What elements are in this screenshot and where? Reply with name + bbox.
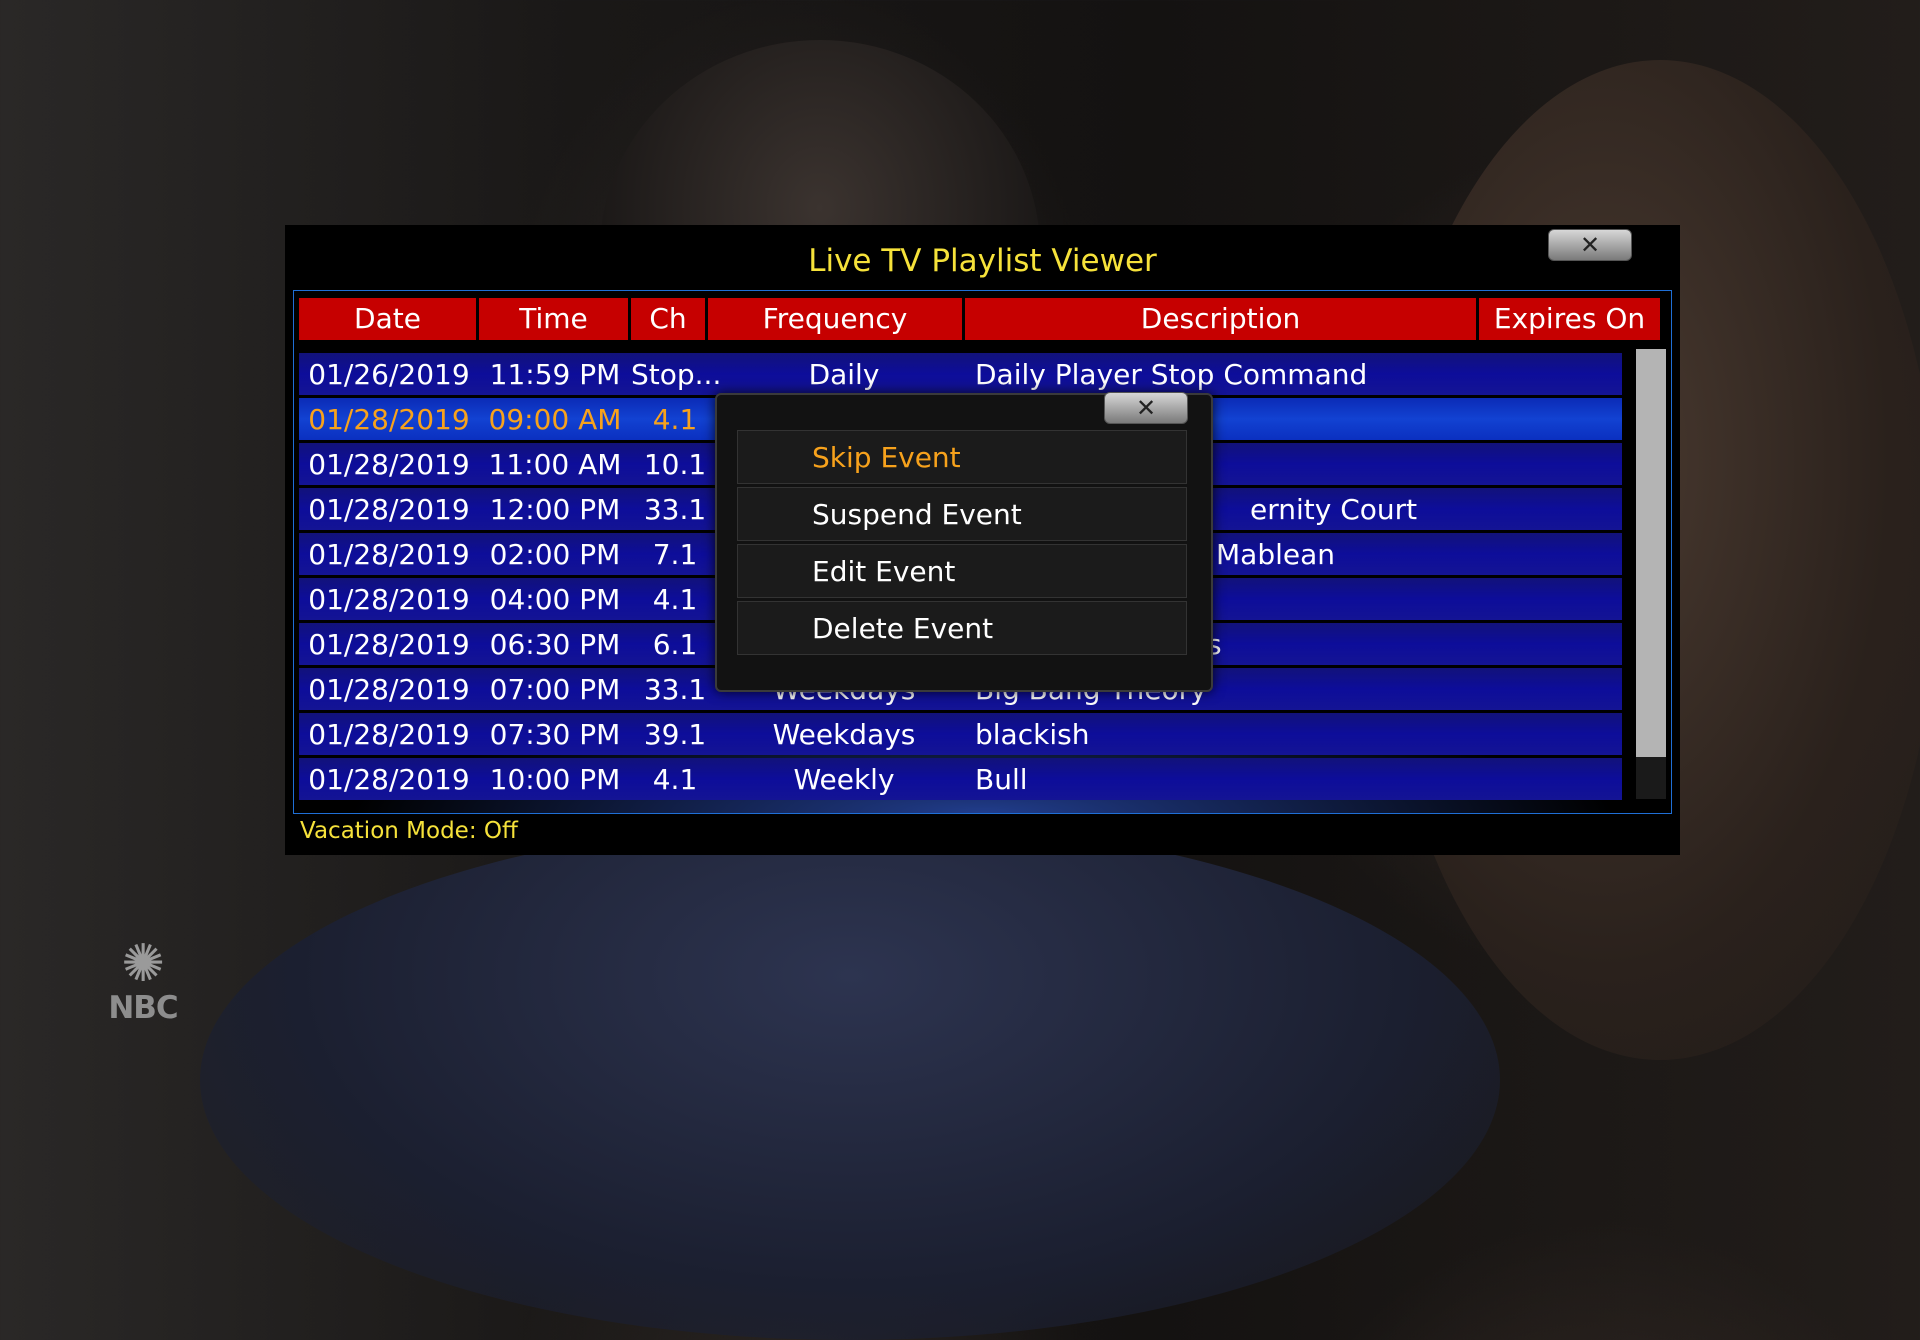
row-date: 01/28/2019: [308, 447, 470, 481]
column-header-expires-on[interactable]: Expires On: [1479, 298, 1660, 340]
menu-item-edit-event[interactable]: Edit Event: [737, 544, 1187, 598]
row-channel: Stop...: [631, 357, 719, 391]
row-date: 01/28/2019: [308, 717, 470, 751]
column-header-channel[interactable]: Ch: [631, 298, 705, 340]
menu-list: Skip Event Suspend Event Edit Event Dele…: [737, 430, 1187, 658]
table-row[interactable]: 01/28/2019 10:00 PM 4.1 Weekly Bull: [299, 758, 1622, 800]
row-channel: 33.1: [643, 492, 707, 526]
row-frequency: Weekly: [793, 762, 895, 796]
scrollbar-thumb[interactable]: [1636, 349, 1666, 757]
close-menu-button[interactable]: ✕: [1104, 392, 1188, 424]
row-date: 01/28/2019: [308, 762, 470, 796]
row-time: 12:00 PM: [489, 492, 621, 526]
row-time: 07:30 PM: [489, 717, 621, 751]
table-row[interactable]: 01/28/2019 07:30 PM 39.1 Weekdays blacki…: [299, 713, 1622, 755]
row-date: 01/28/2019: [308, 582, 470, 616]
close-viewer-button[interactable]: ✕: [1548, 229, 1632, 261]
menu-item-suspend-event[interactable]: Suspend Event: [737, 487, 1187, 541]
menu-item-delete-event[interactable]: Delete Event: [737, 601, 1187, 655]
row-channel: 10.1: [643, 447, 707, 481]
row-channel: 33.1: [643, 672, 707, 706]
background-shoulders: [200, 820, 1500, 1340]
row-time: 02:00 PM: [489, 537, 621, 571]
row-time: 10:00 PM: [489, 762, 621, 796]
row-description: Bull: [975, 762, 1028, 796]
row-frequency: Daily: [808, 357, 880, 391]
table-header: Date Time Ch Frequency Description Expir…: [299, 298, 1660, 340]
row-time: 04:00 PM: [489, 582, 621, 616]
vacation-mode-status: Vacation Mode: Off: [300, 818, 518, 844]
row-time: 11:59 PM: [489, 357, 621, 391]
row-time: 07:00 PM: [489, 672, 621, 706]
row-date: 01/28/2019: [308, 672, 470, 706]
row-date: 01/28/2019: [308, 627, 470, 661]
column-header-time[interactable]: Time: [479, 298, 628, 340]
column-header-frequency[interactable]: Frequency: [708, 298, 962, 340]
row-channel: 4.1: [652, 582, 698, 616]
row-channel: 39.1: [643, 717, 707, 751]
row-time: 09:00 AM: [488, 402, 622, 436]
menu-item-skip-event[interactable]: Skip Event: [737, 430, 1187, 484]
row-time: 06:30 PM: [489, 627, 621, 661]
channel-watermark: ✺ NBC: [96, 938, 190, 1026]
table-row[interactable]: 01/26/2019 11:59 PM Stop... Daily Daily …: [299, 353, 1622, 395]
nbc-peacock-logo-icon: ✺: [121, 934, 165, 994]
row-frequency: Weekdays: [772, 717, 916, 751]
row-date: 01/26/2019: [308, 357, 470, 391]
column-header-date[interactable]: Date: [299, 298, 476, 340]
row-channel: 4.1: [652, 402, 698, 436]
row-description: blackish: [975, 717, 1090, 751]
row-channel: 6.1: [652, 627, 698, 661]
dialog-title: Live TV Playlist Viewer: [808, 243, 1157, 279]
row-date: 01/28/2019: [308, 492, 470, 526]
event-context-menu: ✕ Skip Event Suspend Event Edit Event De…: [715, 392, 1213, 692]
row-channel: 4.1: [652, 762, 698, 796]
row-date: 01/28/2019: [308, 402, 470, 436]
row-description: Daily Player Stop Command: [975, 357, 1368, 391]
row-date: 01/28/2019: [308, 537, 470, 571]
watermark-text: NBC: [108, 990, 178, 1026]
row-channel: 7.1: [652, 537, 698, 571]
table-scrollbar[interactable]: [1636, 349, 1666, 799]
row-time: 11:00 AM: [488, 447, 622, 481]
column-header-description[interactable]: Description: [965, 298, 1476, 340]
